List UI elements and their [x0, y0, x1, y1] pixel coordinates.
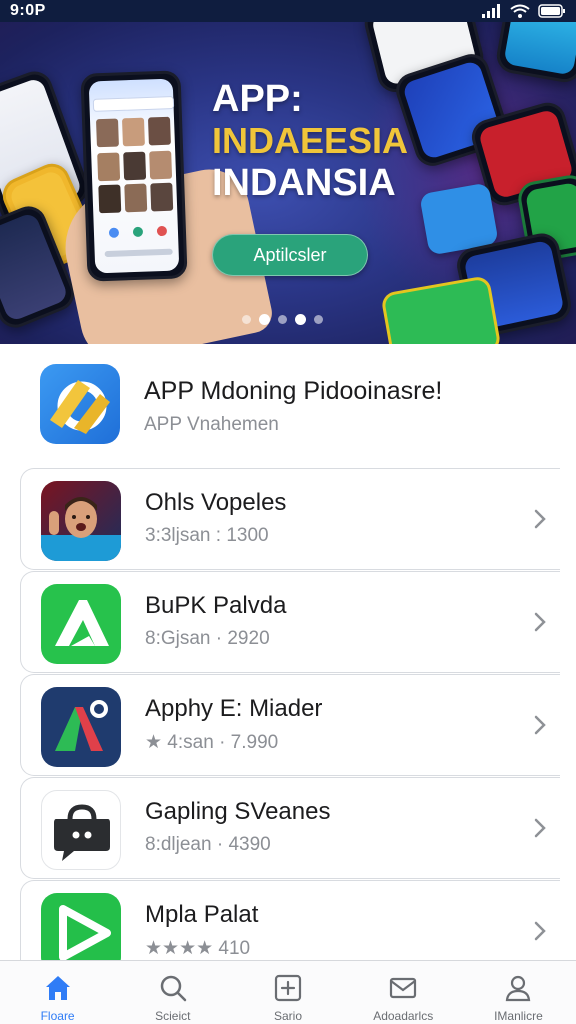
- carousel-dot-active[interactable]: [295, 314, 306, 325]
- tab-label: Adoadarlcs: [373, 1009, 434, 1023]
- tab-home[interactable]: Floare: [0, 961, 115, 1024]
- app-icon-chat-bag: [41, 790, 121, 870]
- battery-icon: [538, 4, 565, 18]
- carousel-dot-active[interactable]: [259, 314, 270, 325]
- status-icons: [482, 4, 566, 18]
- tab-inbox[interactable]: Adoadarlcs: [346, 961, 461, 1024]
- home-icon: [45, 976, 70, 1000]
- wifi-icon: [510, 4, 530, 18]
- featured-app[interactable]: APP Mdoning Pidooinasre! APP Vnahemen: [0, 344, 576, 464]
- hero-cta-button[interactable]: Aptilcsler: [212, 234, 368, 276]
- hero-title-line2: INDAEESIA: [212, 120, 409, 161]
- status-bar: 9:0P: [0, 0, 576, 22]
- banner-phone-main: [80, 70, 188, 282]
- carousel-dots: [242, 314, 323, 325]
- carousel-dot[interactable]: [314, 315, 323, 324]
- app-row[interactable]: Gapling SVeanes 8:dljean · 4390: [20, 777, 560, 879]
- hero-banner[interactable]: APP: INDAEESIA INDANSIA Aptilcsler: [0, 0, 576, 344]
- app-name: Mpla Palat: [145, 901, 259, 928]
- chevron-right-icon: [534, 715, 546, 735]
- featured-app-subtitle: APP Vnahemen: [144, 414, 279, 435]
- tab-label: Scieict: [155, 1009, 191, 1023]
- app-meta: 3:3ljsan : 1300: [145, 525, 269, 546]
- app-icon-play: [41, 893, 121, 960]
- app-name: Apphy E: Miader: [145, 695, 323, 722]
- app-row[interactable]: Apphy E: Miader ★ 4:san · 7.990: [20, 674, 560, 776]
- tab-label: Sario: [274, 1009, 303, 1023]
- bottom-tab-bar: Floare Scieict Sario Adoadarlcs IManlicr…: [0, 960, 576, 1024]
- add-icon: [274, 974, 302, 1002]
- app-meta: 8:Gjsan · 2920: [145, 628, 270, 649]
- app-list: APP Mdoning Pidooinasre! APP Vnahemen Oh…: [0, 344, 576, 960]
- status-time: 9:0P: [10, 2, 46, 19]
- chevron-right-icon: [534, 921, 546, 941]
- app-meta: ★ 4:san · 7.990: [145, 732, 279, 753]
- app-icon-video: [41, 481, 121, 561]
- tab-profile[interactable]: IManlicre: [461, 961, 576, 1024]
- hero-title-line1: APP:: [212, 78, 303, 120]
- chevron-right-icon: [534, 612, 546, 632]
- app-row[interactable]: BuPK Palvda 8:Gjsan · 2920: [20, 571, 560, 673]
- signal-icon: [482, 4, 500, 18]
- tab-label: Floare: [40, 1009, 75, 1023]
- chevron-right-icon: [534, 818, 546, 838]
- app-store-screen: APP: INDAEESIA INDANSIA Aptilcsler 9:0P: [0, 0, 576, 1024]
- app-row[interactable]: Ohls Vopeles 3:3ljsan : 1300: [20, 468, 560, 570]
- profile-icon: [506, 975, 531, 1002]
- tab-add[interactable]: Sario: [230, 961, 345, 1024]
- featured-app-name: APP Mdoning Pidooinasre!: [144, 377, 443, 405]
- hero-title: APP: INDAEESIA INDANSIA: [212, 78, 408, 204]
- carousel-dot[interactable]: [278, 315, 287, 324]
- app-row[interactable]: Mpla Palat ★★★★ 410: [20, 880, 560, 960]
- app-meta: ★★★★ 410: [145, 938, 251, 959]
- tab-label: IManlicre: [494, 1009, 543, 1023]
- phone-screen-content: [92, 96, 175, 257]
- search-icon: [160, 975, 187, 1002]
- hero-title-line3: INDANSIA: [212, 162, 396, 204]
- chevron-right-icon: [534, 509, 546, 529]
- app-icon-navy-a: [41, 687, 121, 767]
- app-name: Gapling SVeanes: [145, 798, 331, 825]
- carousel-dot[interactable]: [242, 315, 251, 324]
- app-meta: 8:dljean · 4390: [145, 834, 271, 855]
- app-name: BuPK Palvda: [145, 592, 287, 619]
- app-name: Ohls Vopeles: [145, 489, 287, 516]
- app-icon-green-a: [41, 584, 121, 664]
- tab-search[interactable]: Scieict: [115, 961, 230, 1024]
- mail-icon: [390, 977, 417, 999]
- featured-app-icon: [40, 364, 120, 444]
